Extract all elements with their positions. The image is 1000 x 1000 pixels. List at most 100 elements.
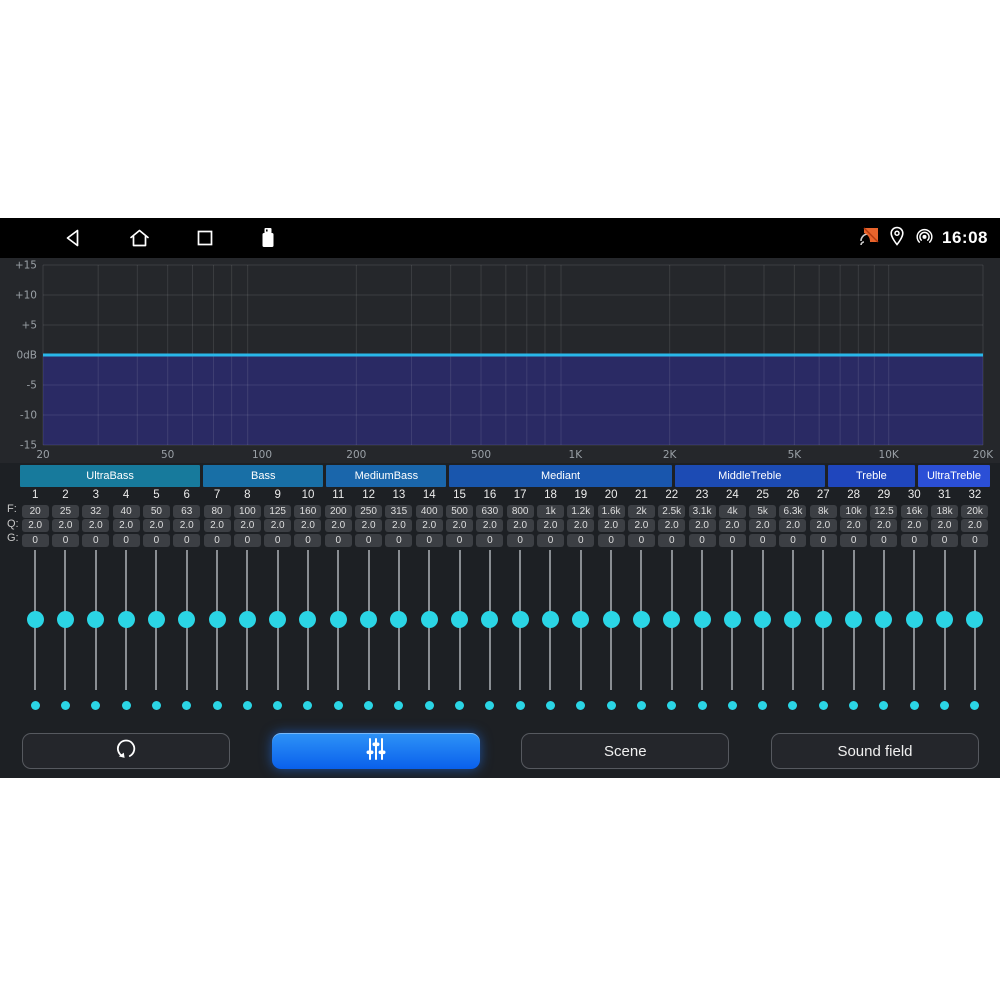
row-labels: F: Q: G: (7, 502, 21, 546)
gain-value: 0 (810, 534, 837, 547)
gain-slider[interactable] (596, 550, 626, 690)
eq-channel-5: 5502.00 (141, 488, 171, 717)
hotspot-icon (913, 225, 936, 252)
eq-channel-20: 201.6k2.00 (596, 488, 626, 717)
slider-knob[interactable] (542, 611, 559, 628)
svg-text:-15: -15 (20, 440, 37, 452)
tick-dot (970, 701, 979, 710)
slider-knob[interactable] (57, 611, 74, 628)
gain-slider[interactable] (808, 550, 838, 690)
tick-dot (910, 701, 919, 710)
gain-slider[interactable] (172, 550, 202, 690)
gain-slider[interactable] (141, 550, 171, 690)
recents-icon[interactable] (195, 228, 215, 248)
gain-slider[interactable] (929, 550, 959, 690)
slider-knob[interactable] (694, 611, 711, 628)
gain-value: 0 (931, 534, 958, 547)
screen-cast-icon (857, 225, 881, 252)
gain-slider[interactable] (748, 550, 778, 690)
slider-knob[interactable] (875, 611, 892, 628)
reset-button[interactable] (22, 733, 230, 769)
slider-knob[interactable] (330, 611, 347, 628)
gain-value: 0 (385, 534, 412, 547)
equalizer-button[interactable] (272, 733, 480, 769)
slider-knob[interactable] (239, 611, 256, 628)
gain-slider[interactable] (838, 550, 868, 690)
slider-knob[interactable] (148, 611, 165, 628)
gain-slider[interactable] (50, 550, 80, 690)
gain-slider[interactable] (566, 550, 596, 690)
gain-slider[interactable] (202, 550, 232, 690)
slider-knob[interactable] (603, 611, 620, 628)
gain-slider[interactable] (323, 550, 353, 690)
gain-slider[interactable] (444, 550, 474, 690)
slider-knob[interactable] (906, 611, 923, 628)
channel-number: 1 (32, 488, 38, 503)
gain-slider[interactable] (475, 550, 505, 690)
gain-value: 0 (52, 534, 79, 547)
eq-channel-27: 278k2.00 (808, 488, 838, 717)
back-icon[interactable] (62, 227, 84, 249)
slider-knob[interactable] (784, 611, 801, 628)
gain-slider[interactable] (81, 550, 111, 690)
tick-dot (122, 701, 131, 710)
gain-slider[interactable] (778, 550, 808, 690)
svg-text:+10: +10 (15, 290, 37, 302)
gain-slider[interactable] (414, 550, 444, 690)
freq-value: 18k (931, 505, 958, 518)
gain-slider[interactable] (111, 550, 141, 690)
gain-slider[interactable] (232, 550, 262, 690)
freq-row-label: F: (7, 502, 21, 517)
slider-knob[interactable] (815, 611, 832, 628)
q-value: 2.0 (22, 519, 49, 532)
gain-slider[interactable] (353, 550, 383, 690)
slider-knob[interactable] (87, 611, 104, 628)
slider-knob[interactable] (178, 611, 195, 628)
gain-slider[interactable] (535, 550, 565, 690)
slider-knob[interactable] (633, 611, 650, 628)
sound-field-button[interactable]: Sound field (771, 733, 979, 769)
freq-value: 63 (173, 505, 200, 518)
slider-knob[interactable] (209, 611, 226, 628)
q-value: 2.0 (567, 519, 594, 532)
slider-knob[interactable] (845, 611, 862, 628)
gain-slider[interactable] (960, 550, 990, 690)
gain-slider[interactable] (899, 550, 929, 690)
eq-channel-11: 112002.00 (323, 488, 353, 717)
svg-text:0dB: 0dB (16, 350, 37, 362)
gain-slider[interactable] (384, 550, 414, 690)
slider-knob[interactable] (451, 611, 468, 628)
gain-slider[interactable] (687, 550, 717, 690)
slider-knob[interactable] (481, 611, 498, 628)
channel-number: 15 (453, 488, 466, 503)
slider-knob[interactable] (27, 611, 44, 628)
freq-value: 16k (901, 505, 928, 518)
slider-knob[interactable] (360, 611, 377, 628)
gain-slider[interactable] (626, 550, 656, 690)
gain-slider[interactable] (657, 550, 687, 690)
freq-value: 1k (537, 505, 564, 518)
slider-knob[interactable] (966, 611, 983, 628)
slider-knob[interactable] (663, 611, 680, 628)
slider-knob[interactable] (724, 611, 741, 628)
eq-channels: 1202.002252.003322.004402.005502.006632.… (20, 488, 990, 717)
slider-knob[interactable] (269, 611, 286, 628)
slider-knob[interactable] (299, 611, 316, 628)
slider-knob[interactable] (936, 611, 953, 628)
slider-knob[interactable] (572, 611, 589, 628)
slider-knob[interactable] (390, 611, 407, 628)
gain-slider[interactable] (293, 550, 323, 690)
gain-slider[interactable] (263, 550, 293, 690)
home-icon[interactable] (128, 227, 151, 249)
gain-slider[interactable] (717, 550, 747, 690)
slider-knob[interactable] (512, 611, 529, 628)
slider-knob[interactable] (118, 611, 135, 628)
slider-knob[interactable] (754, 611, 771, 628)
scene-button[interactable]: Scene (521, 733, 729, 769)
gain-slider[interactable] (20, 550, 50, 690)
gain-slider[interactable] (505, 550, 535, 690)
band-treble: Treble (828, 465, 915, 487)
slider-knob[interactable] (421, 611, 438, 628)
band-ribbon: UltraBassBassMediumBassMediantMiddleTreb… (20, 465, 990, 487)
gain-slider[interactable] (869, 550, 899, 690)
